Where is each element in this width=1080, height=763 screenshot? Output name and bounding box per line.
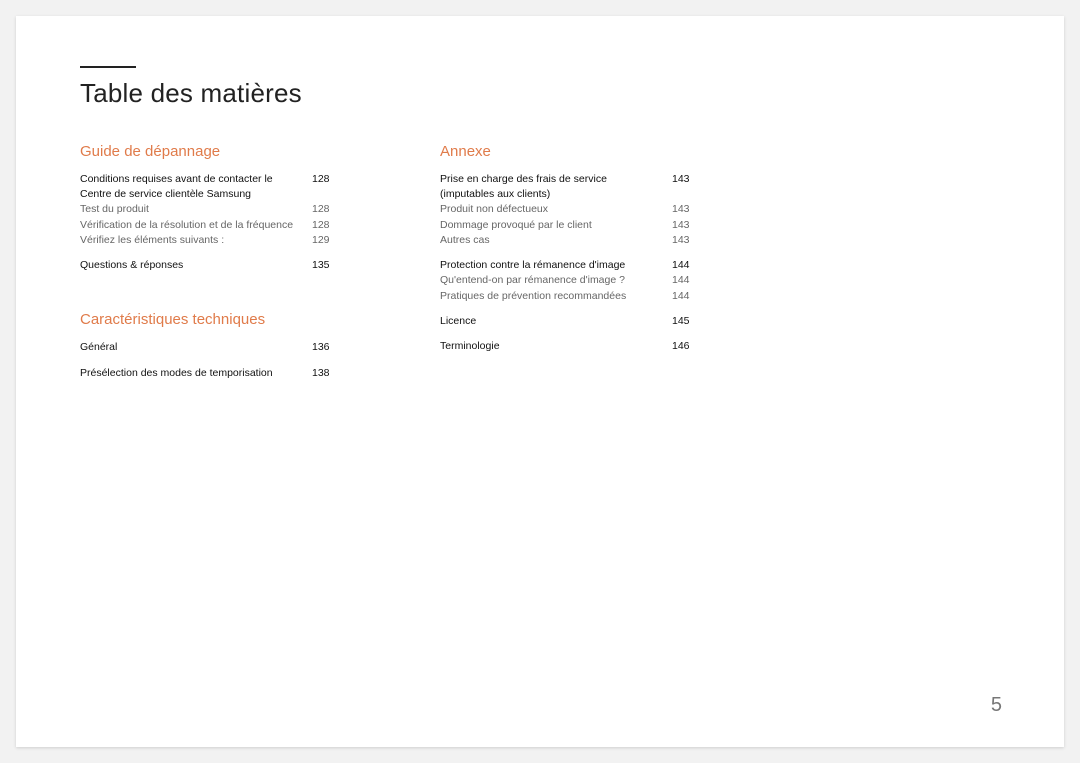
page-title: Table des matières (80, 78, 1004, 109)
toc-entry-label: Licence (440, 314, 672, 329)
toc-entry-page: 128 (312, 202, 340, 217)
toc-entry-page: 136 (312, 340, 340, 355)
toc-group: Licence 145 (440, 314, 700, 329)
toc-group: Terminologie 146 (440, 339, 700, 354)
toc-entry-page: 128 (312, 218, 340, 233)
toc-entry-sub[interactable]: Vérifiez les éléments suivants : 129 (80, 233, 340, 248)
toc-entry-label: Qu'entend-on par rémanence d'image ? (440, 273, 672, 288)
toc-entry-head[interactable]: Prise en charge des frais de service (im… (440, 172, 700, 202)
toc-group: Conditions requises avant de contacter l… (80, 172, 340, 248)
toc-entry-sub[interactable]: Pratiques de prévention recommandées 144 (440, 289, 700, 304)
toc-entry-label: Questions & réponses (80, 258, 312, 273)
toc-entry-page: 145 (672, 314, 700, 329)
toc-entry-label: Autres cas (440, 233, 672, 248)
toc-group: Protection contre la rémanence d'image 1… (440, 258, 700, 304)
page: Table des matières Guide de dépannage Co… (16, 16, 1064, 747)
toc-entry-page: 138 (312, 366, 340, 381)
toc-entry-page: 146 (672, 339, 700, 354)
toc-entry-label: Test du produit (80, 202, 312, 217)
toc-entry-page: 143 (672, 218, 700, 233)
toc-group: Prise en charge des frais de service (im… (440, 172, 700, 248)
toc-entry-label: Protection contre la rémanence d'image (440, 258, 672, 273)
toc-entry-label: Présélection des modes de temporisation (80, 366, 312, 381)
toc-entry-sub[interactable]: Dommage provoqué par le client 143 (440, 218, 700, 233)
page-frame: Table des matières Guide de dépannage Co… (0, 0, 1080, 763)
toc-entry-page: 144 (672, 258, 700, 273)
toc-entry-label: Pratiques de prévention recommandées (440, 289, 672, 304)
toc-entry-page: 128 (312, 172, 340, 202)
toc-entry-page: 144 (672, 273, 700, 288)
toc-entry-head[interactable]: Conditions requises avant de contacter l… (80, 172, 340, 202)
toc-entry-sub[interactable]: Qu'entend-on par rémanence d'image ? 144 (440, 273, 700, 288)
toc-group: Présélection des modes de temporisation … (80, 366, 340, 381)
title-rule (80, 66, 136, 68)
left-column: Guide de dépannage Conditions requises a… (80, 143, 340, 391)
section-heading-carac: Caractéristiques techniques (80, 311, 340, 328)
toc-entry-head[interactable]: Licence 145 (440, 314, 700, 329)
toc-entry-label: Produit non défectueux (440, 202, 672, 217)
page-number: 5 (991, 694, 1002, 717)
toc-group: Général 136 (80, 340, 340, 355)
toc-entry-label: Vérification de la résolution et de la f… (80, 218, 312, 233)
toc-entry-sub[interactable]: Autres cas 143 (440, 233, 700, 248)
toc-entry-sub[interactable]: Vérification de la résolution et de la f… (80, 218, 340, 233)
toc-entry-head[interactable]: Terminologie 146 (440, 339, 700, 354)
toc-entry-label: Conditions requises avant de contacter l… (80, 172, 312, 202)
toc-entry-page: 129 (312, 233, 340, 248)
toc-entry-head[interactable]: Général 136 (80, 340, 340, 355)
toc-entry-head[interactable]: Protection contre la rémanence d'image 1… (440, 258, 700, 273)
toc-group: Questions & réponses 135 (80, 258, 340, 273)
toc-entry-label: Vérifiez les éléments suivants : (80, 233, 312, 248)
toc-entry-label: Général (80, 340, 312, 355)
toc-entry-label: Dommage provoqué par le client (440, 218, 672, 233)
toc-entry-page: 144 (672, 289, 700, 304)
section-heading-guide: Guide de dépannage (80, 143, 340, 160)
toc-entry-page: 143 (672, 172, 700, 202)
toc-entry-head[interactable]: Questions & réponses 135 (80, 258, 340, 273)
toc-entry-sub[interactable]: Test du produit 128 (80, 202, 340, 217)
toc-columns: Guide de dépannage Conditions requises a… (80, 143, 1004, 391)
toc-entry-label: Prise en charge des frais de service (im… (440, 172, 672, 202)
toc-entry-page: 135 (312, 258, 340, 273)
toc-entry-page: 143 (672, 233, 700, 248)
section-heading-annexe: Annexe (440, 143, 700, 160)
toc-entry-head[interactable]: Présélection des modes de temporisation … (80, 366, 340, 381)
toc-entry-label: Terminologie (440, 339, 672, 354)
right-column: Annexe Prise en charge des frais de serv… (440, 143, 700, 364)
toc-entry-sub[interactable]: Produit non défectueux 143 (440, 202, 700, 217)
toc-entry-page: 143 (672, 202, 700, 217)
